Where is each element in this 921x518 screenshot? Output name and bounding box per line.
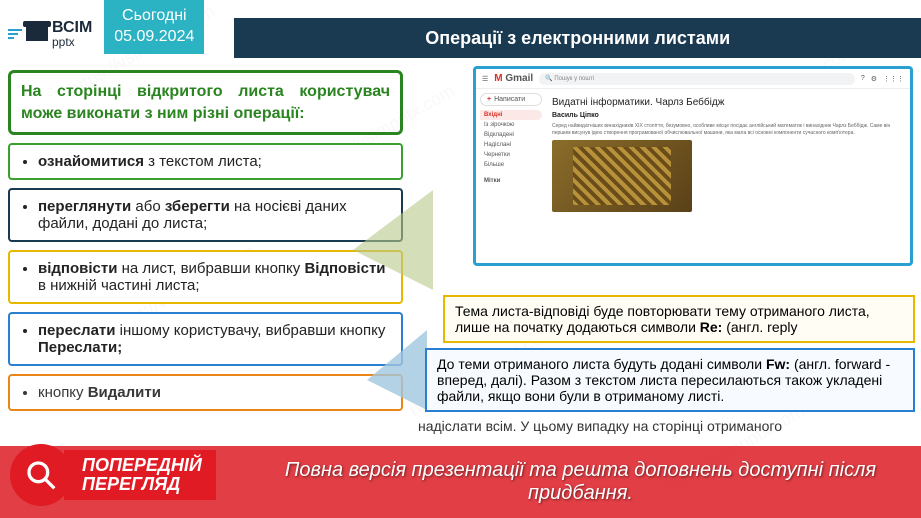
operation-save: переглянути або зберегти на носієві дани… [8, 188, 403, 242]
gmail-nav-snoozed: Відкладені [480, 130, 542, 140]
gmail-sidebar: Написати Вхідні Із зірочкою Відкладені Н… [476, 89, 546, 263]
gmail-topbar: ☰ M Gmail 🔍 Пошук у пошті ? ⚙ ⋮⋮⋮ [476, 69, 910, 89]
op-yellow-mid: на лист, вибравши кнопку [117, 260, 304, 277]
magnifier-icon [10, 444, 72, 506]
callout-yellow-post: (англ. reply [722, 319, 797, 335]
callout-forward-note: До теми отриманого листа будуть додані с… [425, 348, 915, 412]
slide-content: На сторінці відкритого листа користувач … [0, 60, 921, 411]
logo: ВСІМ pptx [8, 20, 92, 48]
gmail-labels-heading: Мітки [480, 176, 542, 186]
callout-blue-bold: Fw: [766, 356, 790, 372]
op-navy-b1: переглянути [38, 198, 131, 215]
gmail-subject: Видатні інформатики. Чарлз Беббідж [552, 97, 904, 108]
op-green-rest: з текстом листа; [144, 153, 262, 170]
logo-stripes-icon [8, 29, 22, 39]
gmail-nav-inbox: Вхідні [480, 110, 542, 120]
op-yellow-b1: відповісти [38, 260, 117, 277]
gmail-search: 🔍 Пошук у пошті [539, 73, 855, 85]
op-yellow-rest: в нижній частині листа; [38, 277, 200, 294]
callout-blue-pre: До теми отриманого листа будуть додані с… [437, 356, 766, 372]
left-column: На сторінці відкритого листа користувач … [8, 70, 403, 411]
gmail-message-pane: Видатні інформатики. Чарлз Беббідж Васил… [546, 89, 910, 263]
date-badge: Сьогодні 05.09.2024 [104, 0, 204, 54]
gmail-logo: M Gmail [494, 73, 533, 84]
callout-yellow-pre: Тема листа-відповіді буде повторювати те… [455, 303, 870, 335]
right-column: ☰ M Gmail 🔍 Пошук у пошті ? ⚙ ⋮⋮⋮ Написа… [413, 70, 913, 411]
op-navy-b2: зберегти [165, 198, 230, 215]
intro-box: На сторінці відкритого листа користувач … [8, 70, 403, 135]
apps-icon: ⋮⋮⋮ [883, 75, 904, 83]
gmail-screenshot: ☰ M Gmail 🔍 Пошук у пошті ? ⚙ ⋮⋮⋮ Написа… [473, 66, 913, 266]
header: ВСІМ pptx Сьогодні 05.09.2024 Операції з… [0, 0, 921, 60]
op-blue-b2: Переслати; [38, 339, 122, 356]
logo-text: ВСІМ pptx [52, 20, 92, 48]
gmail-nav-starred: Із зірочкою [480, 120, 542, 130]
op-blue-mid: іншому користувачу, вибравши кнопку [116, 322, 386, 339]
search-icon: 🔍 [545, 75, 552, 82]
date-badge-value: 05.09.2024 [114, 27, 194, 48]
intro-text: На сторінці відкритого листа користувач … [21, 81, 390, 124]
logo-sub: pptx [52, 36, 92, 48]
callout-reply-note: Тема листа-відповіді буде повторювати те… [443, 295, 915, 343]
settings-icon: ⚙ [871, 75, 877, 83]
graduation-cap-icon [26, 27, 48, 41]
operation-read: ознайомитися з текстом листа; [8, 143, 403, 180]
callout-pointer-green [353, 190, 433, 290]
menu-icon: ☰ [482, 75, 488, 83]
gmail-body-text: Серед найвидатніших винахідників ХІХ сто… [552, 123, 904, 136]
gmail-nav-sent: Надіслані [480, 140, 542, 150]
logo-name: ВСІМ [52, 19, 92, 36]
date-badge-label: Сьогодні [114, 6, 194, 27]
preview-badge: ПОПЕРЕДНІЙ ПЕРЕГЛЯД [10, 444, 216, 506]
gmail-from: Василь Ціпко [552, 112, 904, 119]
operation-reply: відповісти на лист, вибравши кнопку Відп… [8, 250, 403, 304]
op-green-bold: ознайомитися [38, 153, 144, 170]
slide-title: Операції з електронними листами [234, 18, 921, 58]
operation-forward: переслати іншому користувачу, вибравши к… [8, 312, 403, 366]
op-orange-mid: кнопку [38, 384, 88, 401]
op-blue-b1: переслати [38, 322, 116, 339]
purchase-banner-text: Повна версія презентації та решта доповн… [260, 459, 901, 505]
partial-text-behind: надіслати всім. У цьому випадку на сторі… [418, 418, 908, 434]
help-icon: ? [861, 75, 865, 82]
op-orange-b1: Видалити [88, 384, 161, 401]
gmail-nav-drafts: Чернетки [480, 150, 542, 160]
operation-delete: кнопку Видалити [8, 374, 403, 411]
gmail-attached-image [552, 140, 692, 212]
preview-line2: ПЕРЕГЛЯД [82, 475, 202, 494]
gmail-nav-more: Більше [480, 160, 542, 170]
callout-yellow-bold: Re: [700, 319, 723, 335]
gmail-search-placeholder: Пошук у пошті [554, 76, 594, 82]
preview-label: ПОПЕРЕДНІЙ ПЕРЕГЛЯД [64, 450, 216, 500]
gmail-compose-button: Написати [480, 93, 542, 106]
op-navy-mid: або [131, 198, 165, 215]
callout-pointer-blue [367, 330, 427, 410]
preview-line1: ПОПЕРЕДНІЙ [82, 456, 202, 475]
gmail-nav: Вхідні Із зірочкою Відкладені Надіслані … [480, 110, 542, 186]
